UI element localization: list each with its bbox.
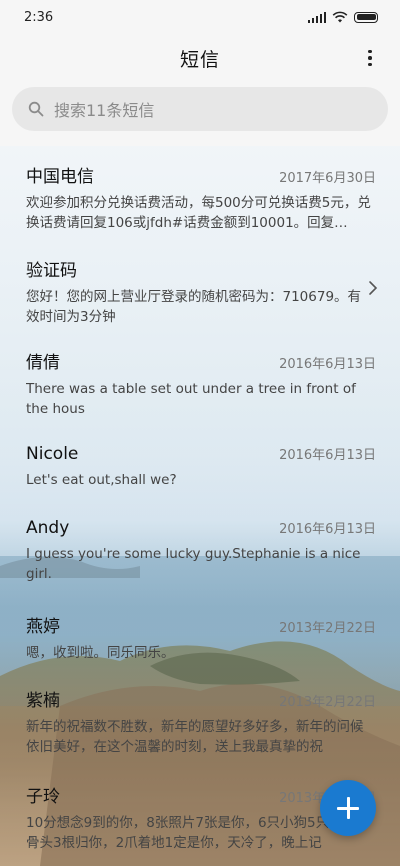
status-time: 2:36	[24, 9, 54, 25]
page-title: 短信	[179, 48, 220, 71]
list-item[interactable]: Andy 2016年6月13日 I guess you're some luck…	[26, 518, 376, 584]
battery-icon	[354, 11, 378, 23]
status-bar: 2:36	[0, 0, 400, 34]
message-date: 2013年2月22日	[279, 695, 376, 710]
status-icons	[308, 11, 378, 23]
chevron-right-icon[interactable]	[368, 280, 378, 296]
search-input[interactable]: 搜索11条短信	[12, 87, 388, 131]
search-icon	[28, 101, 44, 117]
message-preview: 新年的祝福数不胜数，新年的愿望好多好多，新年的问候依旧美好，在这个温馨的时刻，送…	[26, 719, 364, 755]
message-date: 2017年6月30日	[279, 171, 376, 186]
plus-icon	[337, 797, 359, 819]
message-date: 2016年6月13日	[279, 357, 376, 372]
sender-name: 燕婷	[26, 617, 60, 637]
app-header: 短信	[0, 34, 400, 82]
signal-icon	[308, 11, 326, 23]
sender-name: Nicole	[26, 444, 79, 464]
message-date: 2016年6月13日	[279, 522, 376, 537]
list-item[interactable]: Nicole 2016年6月13日 Let's eat out,shall we…	[26, 444, 376, 490]
list-item[interactable]: 倩倩 2016年6月13日 There was a table set out …	[26, 348, 376, 419]
sender-name: 验证码	[26, 261, 77, 281]
list-item[interactable]: 中国电信 2017年6月30日 欢迎参加积分兑换话费活动，每500分可兑换话费5…	[26, 162, 376, 233]
list-overlay	[0, 146, 400, 866]
sender-name: 倩倩	[26, 353, 60, 373]
sender-name: 子玲	[26, 787, 60, 807]
more-vertical-icon[interactable]	[360, 46, 380, 70]
list-item[interactable]: 紫楠 2013年2月22日 新年的祝福数不胜数，新年的愿望好多好多，新年的问候依…	[26, 686, 376, 757]
wifi-icon	[332, 11, 348, 23]
message-preview: Let's eat out,shall we?	[26, 472, 177, 488]
compose-button[interactable]	[320, 780, 376, 836]
search-placeholder: 搜索11条短信	[54, 101, 155, 120]
sender-name: 紫楠	[26, 691, 60, 711]
list-item[interactable]: 验证码 您好！您的网上营业厅登录的随机密码为：710679。有效时间为3分钟	[26, 256, 376, 327]
message-preview: 欢迎参加积分兑换话费活动，每500分可兑换话费5元，兑换话费请回复106或jfd…	[26, 195, 371, 231]
list-item[interactable]: 燕婷 2013年2月22日 嗯，收到啦。同乐同乐。	[26, 612, 376, 663]
message-date: 2013年2月22日	[279, 621, 376, 636]
message-preview: I guess you're some lucky guy.Stephanie …	[26, 546, 361, 582]
sender-name: 中国电信	[26, 167, 94, 187]
message-preview: 嗯，收到啦。同乐同乐。	[26, 645, 175, 661]
message-preview: There was a table set out under a tree i…	[26, 381, 356, 417]
message-preview: 您好！您的网上营业厅登录的随机密码为：710679。有效时间为3分钟	[26, 289, 362, 325]
message-list[interactable]: 中国电信 2017年6月30日 欢迎参加积分兑换话费活动，每500分可兑换话费5…	[0, 146, 400, 866]
sender-name: Andy	[26, 518, 70, 538]
message-date: 2016年6月13日	[279, 448, 376, 463]
